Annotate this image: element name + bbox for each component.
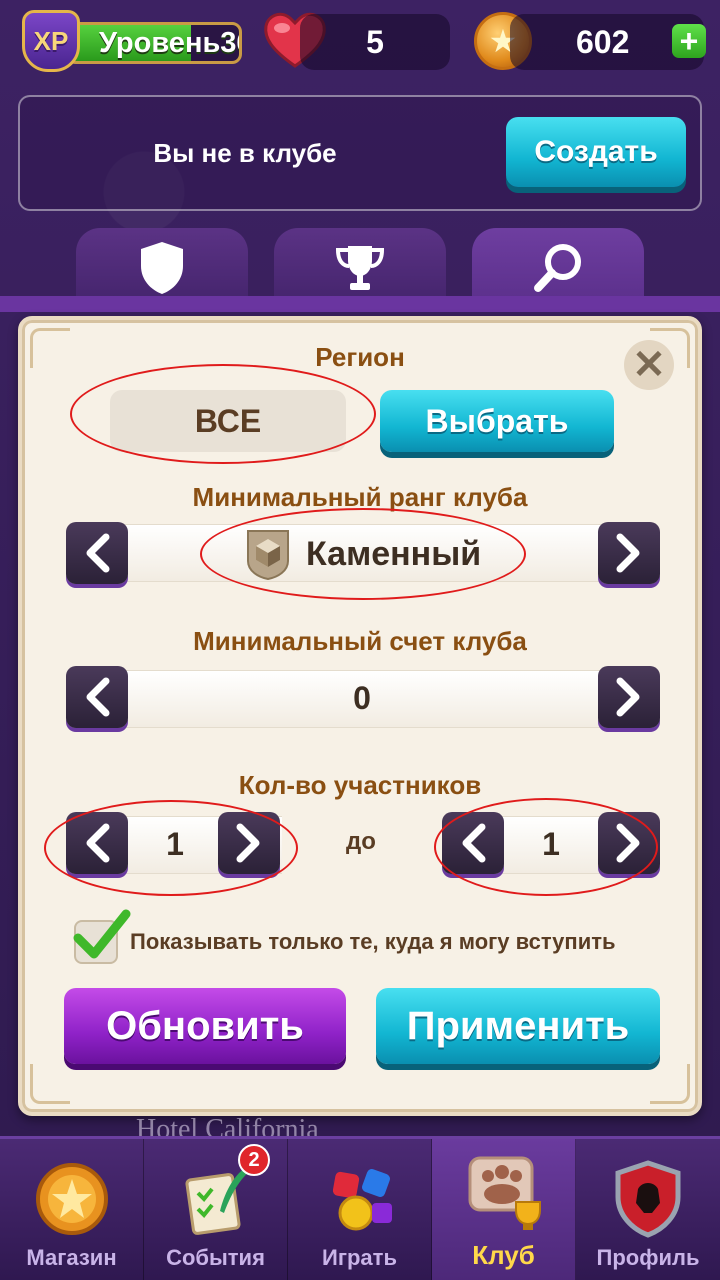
members-min-next-button[interactable]	[218, 812, 280, 874]
gems-icon	[332, 1169, 392, 1231]
lives-counter: 5	[300, 14, 450, 70]
rank-value-wrap: Каменный	[242, 524, 542, 584]
rank-value: Каменный	[306, 534, 482, 573]
bottom-navigation: Магазин События Играть Клуб Профиль	[0, 1136, 720, 1280]
lives-value: 5	[366, 23, 384, 60]
chevron-right-icon	[616, 823, 640, 863]
shield-lion-icon	[615, 1160, 681, 1238]
apply-button[interactable]: Применить	[376, 988, 660, 1064]
tab-strip	[0, 296, 720, 312]
nav-profile[interactable]: Профиль	[576, 1139, 720, 1280]
nav-label: События	[166, 1245, 265, 1270]
members-max-prev-button[interactable]	[442, 812, 504, 874]
choose-region-button[interactable]: Выбрать	[380, 390, 614, 452]
club-search-filter-dialog: ✕ Регион ВСЕ Выбрать Минимальный ранг кл…	[18, 316, 702, 1116]
create-club-button[interactable]: Создать	[506, 117, 686, 187]
nav-label: Профиль	[596, 1245, 700, 1270]
xp-level-widget: Уровень 36 XP	[22, 10, 242, 72]
decorative-corner	[30, 1064, 70, 1104]
chevron-right-icon	[616, 677, 640, 717]
xp-progress-bar: Уровень 36	[66, 22, 242, 64]
trophy-icon	[335, 246, 385, 290]
members-max-next-button[interactable]	[598, 812, 660, 874]
chevron-right-icon	[236, 823, 260, 863]
shield-icon	[141, 242, 183, 294]
nav-label: Магазин	[26, 1245, 117, 1270]
events-notification-badge: 2	[238, 1144, 270, 1176]
region-value: ВСЕ	[110, 390, 346, 452]
score-prev-button[interactable]	[66, 666, 128, 728]
chevron-left-icon	[462, 823, 486, 863]
min-score-title: Минимальный счет клуба	[193, 626, 527, 656]
add-coins-button[interactable]: +	[672, 24, 706, 58]
members-count-title: Кол-во участников	[238, 770, 482, 800]
rank-next-button[interactable]	[598, 522, 660, 584]
club-icon	[468, 1156, 541, 1230]
members-min-value: 1	[166, 826, 184, 862]
members-to-label: до	[346, 828, 376, 855]
members-max-value: 1	[542, 826, 560, 862]
members-min-prev-button[interactable]	[66, 812, 128, 874]
club-status-text: Вы не в клубе	[153, 137, 337, 168]
chevron-right-icon	[616, 533, 640, 573]
rank-prev-button[interactable]	[66, 522, 128, 584]
club-status-banner: Вы не в клубе Создать	[18, 95, 702, 211]
joinable-only-label[interactable]: Показывать только те, куда я могу вступи…	[130, 922, 690, 962]
joinable-only-checkbox[interactable]	[73, 909, 131, 964]
nav-shop[interactable]: Магазин	[0, 1139, 144, 1280]
score-next-button[interactable]	[598, 666, 660, 728]
decorative-corner	[650, 1064, 690, 1104]
coins-value: 602	[576, 23, 630, 60]
chevron-left-icon	[86, 677, 110, 717]
coin-icon	[35, 1163, 108, 1235]
chevron-left-icon	[86, 823, 110, 863]
search-icon	[534, 244, 581, 292]
score-value: 0	[353, 680, 371, 716]
level-label: Уровень	[99, 26, 221, 59]
checkmark-icon	[73, 909, 131, 959]
nav-label: Играть	[322, 1245, 397, 1270]
nav-club[interactable]: Клуб	[432, 1139, 576, 1280]
xp-badge-icon: XP	[22, 10, 80, 72]
stone-rank-icon	[247, 530, 289, 581]
refresh-button[interactable]: Обновить	[64, 988, 346, 1064]
nav-label: Клуб	[472, 1240, 535, 1270]
level-value: 36	[220, 26, 239, 59]
region-title: Регион	[315, 342, 405, 372]
min-rank-title: Минимальный ранг клуба	[192, 482, 528, 512]
nav-play[interactable]: Играть	[288, 1139, 432, 1280]
chevron-left-icon	[86, 533, 110, 573]
